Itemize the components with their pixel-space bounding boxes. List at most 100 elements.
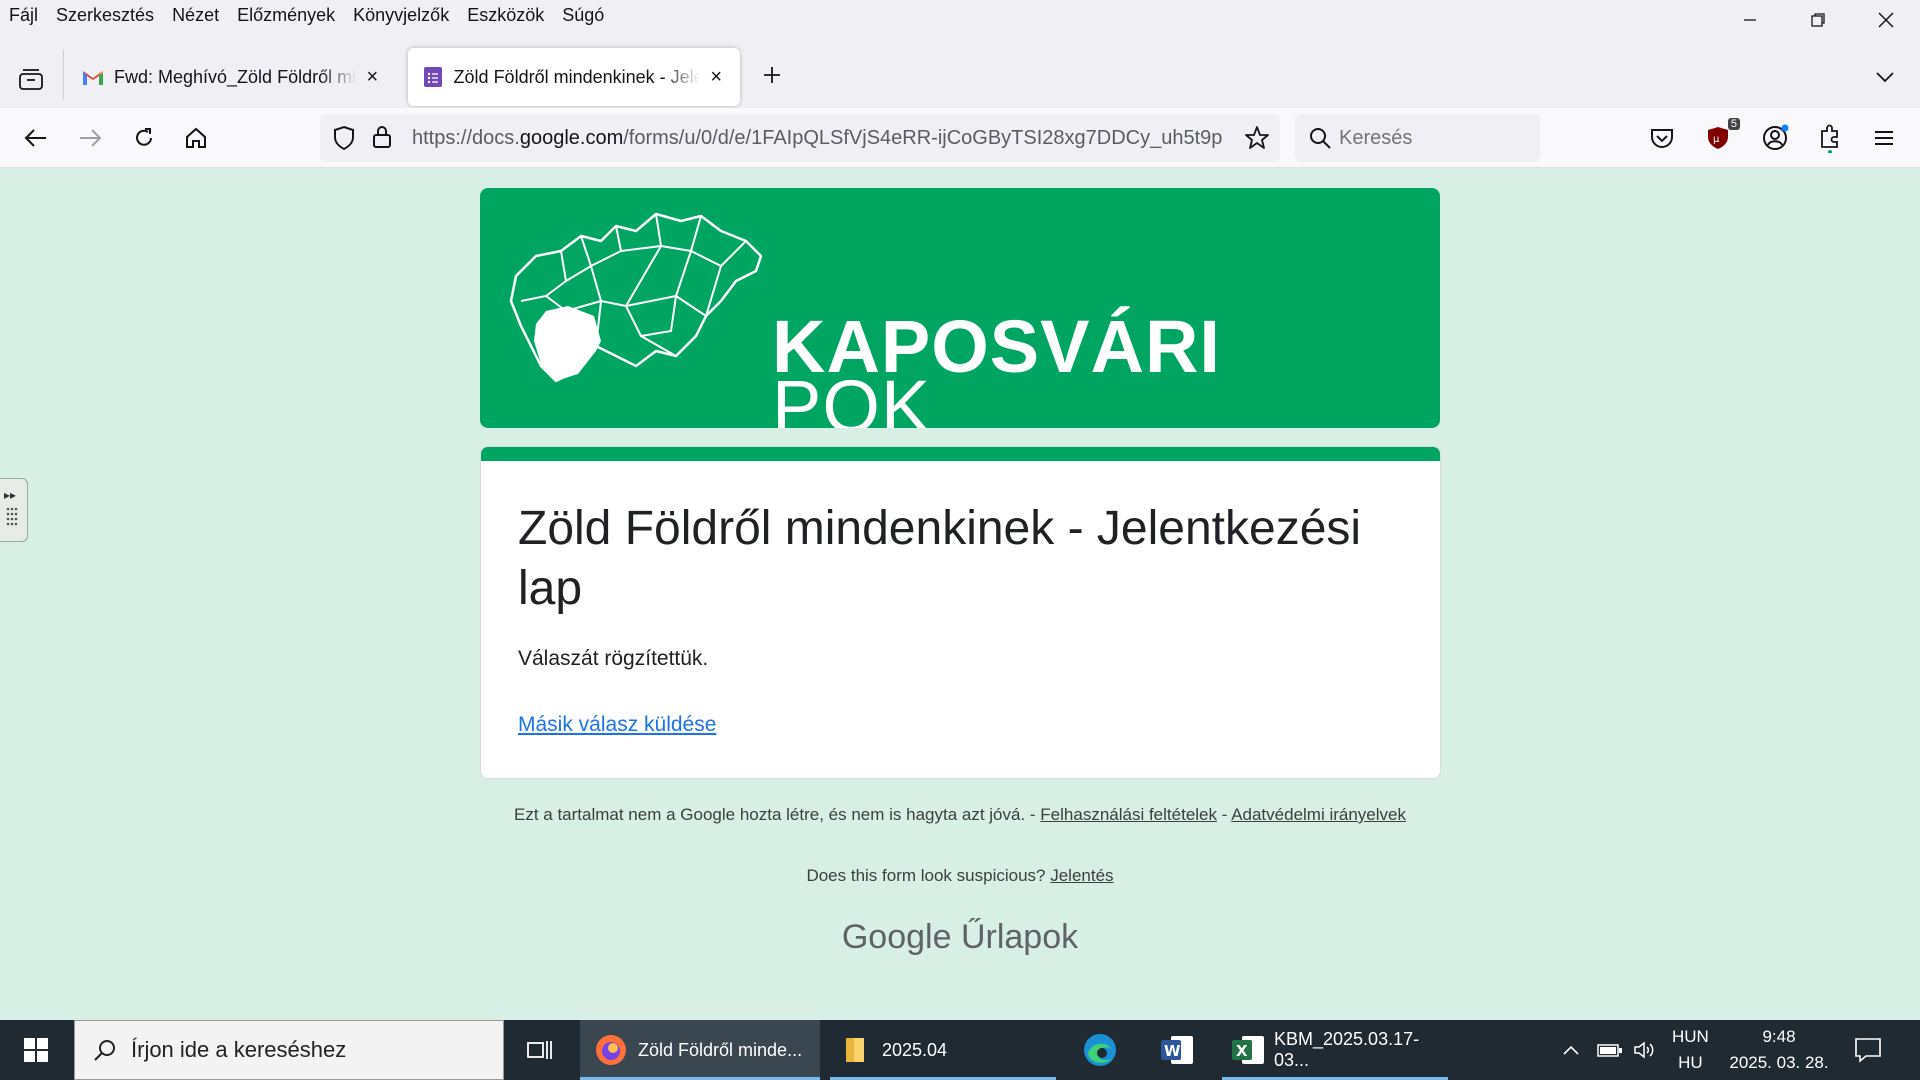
tab-label: Fwd: Meghívó_Zöld Földről mindenkinek (114, 66, 357, 87)
hamburger-menu-icon (1875, 131, 1893, 145)
menu-tools[interactable]: Eszközök (458, 0, 553, 30)
tab-label: Zöld Földről mindenkinek - Jelentkezési … (453, 66, 701, 87)
taskbar-excel[interactable]: X KBM_2025.03.17-03... (1222, 1020, 1448, 1080)
close-icon (1878, 12, 1894, 28)
tab-divider (63, 50, 64, 100)
taskbar-edge[interactable] (1080, 1020, 1120, 1080)
star-icon (1245, 126, 1269, 149)
submit-another-response-link[interactable]: Másik válasz küldése (518, 713, 716, 737)
taskbar-firefox-label: Zöld Földről minde... (638, 1039, 803, 1060)
menu-history[interactable]: Előzmények (228, 0, 344, 30)
url-text[interactable]: https://docs.google.com/forms/u/0/d/e/1F… (412, 127, 1232, 150)
taskbar-firefox[interactable]: Zöld Földről minde... (580, 1020, 820, 1080)
lang-bottom: HU (1678, 1053, 1703, 1072)
taskbar-word[interactable]: W (1158, 1020, 1198, 1080)
svg-text:μ: μ (1713, 134, 1720, 145)
folder-icon (844, 1036, 868, 1064)
battery-status[interactable] (1597, 1020, 1623, 1080)
tab-close-button[interactable]: × (706, 66, 726, 88)
search-icon (1309, 127, 1331, 149)
taskbar-file-explorer[interactable]: 2025.04 (830, 1020, 1056, 1080)
lock-icon[interactable] (372, 125, 392, 154)
battery-icon (1597, 1044, 1622, 1057)
terms-link[interactable]: Felhasználási feltételek (1040, 805, 1217, 824)
tab-close-button[interactable]: × (363, 66, 382, 88)
app-menu-button[interactable] (1866, 120, 1902, 156)
forward-button[interactable] (72, 120, 108, 156)
tab-strip: Fwd: Meghívó_Zöld Földről mindenkinek × … (0, 30, 1920, 108)
google-wordmark: Google (841, 918, 952, 956)
show-hidden-icons-button[interactable] (1562, 1020, 1580, 1080)
search-bar[interactable]: Keresés (1295, 114, 1540, 162)
firefox-view-button[interactable] (14, 62, 48, 96)
volume-control[interactable] (1633, 1020, 1657, 1080)
extension-badge: 5 (1727, 118, 1740, 130)
pocket-button[interactable] (1644, 120, 1680, 156)
menu-bookmarks[interactable]: Könyvjelzők (344, 0, 458, 30)
word-icon: W (1161, 1036, 1193, 1064)
account-icon (1763, 124, 1789, 150)
home-button[interactable] (178, 120, 214, 156)
forms-wordmark: Űrlapok (960, 918, 1079, 956)
task-view-icon (527, 1041, 552, 1059)
google-forms-logo[interactable]: Google Űrlapok (480, 918, 1440, 957)
form-confirmation-card: Zöld Földről mindenkinek - Jelentkezési … (480, 446, 1441, 779)
menu-file[interactable]: Fájl (0, 0, 47, 30)
restore-icon (1811, 13, 1825, 27)
search-icon (93, 1038, 117, 1062)
banner-subtitle: POK (772, 365, 932, 428)
windows-taskbar: Írjon ide a kereséshez Zöld Földről mind… (0, 1020, 1920, 1080)
search-placeholder: Keresés (1339, 126, 1413, 149)
google-forms-icon (422, 66, 444, 88)
arrow-left-icon (24, 129, 46, 147)
clock-time: 9:48 (1762, 1027, 1796, 1046)
tab-gmail[interactable]: Fwd: Meghívó_Zöld Földről mindenkinek × (68, 48, 396, 106)
sidebar-handle[interactable]: ▸▸ (0, 478, 28, 542)
shield-icon[interactable] (332, 125, 356, 156)
list-all-tabs-button[interactable] (1870, 62, 1900, 92)
reload-button[interactable] (126, 120, 162, 156)
menu-edit[interactable]: Szerkesztés (47, 0, 163, 30)
taskbar-search-box[interactable]: Írjon ide a kereséshez (74, 1020, 504, 1080)
tab-list-icon (19, 69, 43, 90)
start-button[interactable] (0, 1020, 72, 1080)
windows-logo-icon (24, 1038, 48, 1062)
firefox-icon (594, 1033, 628, 1067)
svg-text:▸▸: ▸▸ (4, 488, 16, 502)
bookmark-star-button[interactable] (1244, 125, 1270, 156)
ublock-extension-button[interactable]: μ 5 (1702, 118, 1740, 156)
menu-help[interactable]: Súgó (553, 0, 613, 30)
back-button[interactable] (18, 120, 54, 156)
report-line: Does this form look suspicious? Jelentés (480, 866, 1440, 886)
tab-forms[interactable]: Zöld Földről mindenkinek - Jelentkezési … (408, 48, 740, 106)
taskbar-excel-label: KBM_2025.03.17-03... (1274, 1029, 1420, 1070)
reload-icon (136, 128, 152, 146)
svg-text:X: X (1236, 1042, 1248, 1060)
action-center-button[interactable] (1854, 1020, 1882, 1080)
arrow-right-icon (80, 129, 102, 147)
pocket-icon (1651, 129, 1673, 148)
separator: - (1217, 805, 1232, 824)
new-tab-button[interactable] (757, 60, 787, 90)
clock[interactable]: 9:48 2025. 03. 28. (1726, 1020, 1832, 1080)
taskbar-search-placeholder: Írjon ide a kereséshez (131, 1037, 347, 1062)
menu-view[interactable]: Nézet (163, 0, 228, 30)
excel-icon: X (1232, 1034, 1266, 1066)
input-language-indicator[interactable]: HUN HU (1672, 1020, 1709, 1080)
chevron-down-icon (1876, 72, 1894, 83)
disclaimer-text: Ezt a tartalmat nem a Google hozta létre… (513, 805, 1041, 824)
navigation-toolbar: https://docs.google.com/forms/u/0/d/e/1F… (0, 108, 1920, 168)
svg-text:W: W (1164, 1042, 1181, 1060)
report-link[interactable]: Jelentés (1050, 866, 1113, 885)
url-bar[interactable]: https://docs.google.com/forms/u/0/d/e/1F… (320, 114, 1280, 162)
account-button[interactable] (1758, 120, 1794, 156)
privacy-link[interactable]: Adatvédelmi irányelvek (1231, 805, 1406, 824)
form-header-banner: KAPOSVÁRI POK (480, 188, 1440, 428)
extensions-button[interactable] (1812, 120, 1848, 156)
notification-icon (1855, 1038, 1881, 1063)
task-view-button[interactable] (520, 1020, 560, 1080)
menu-bar: Fájl Szerkesztés Nézet Előzmények Könyvj… (0, 0, 1920, 30)
drag-handle-icon: ▸▸ (4, 488, 18, 526)
hungary-map-logo (509, 212, 763, 383)
edge-icon (1084, 1034, 1116, 1066)
